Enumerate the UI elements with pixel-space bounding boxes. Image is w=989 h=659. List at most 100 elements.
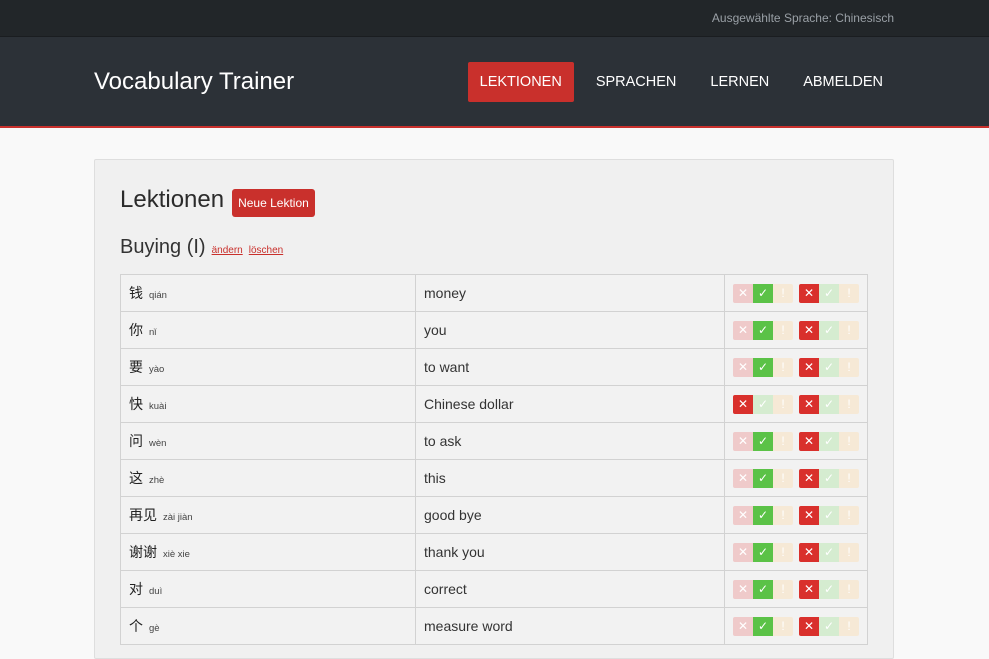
check-mark-icon[interactable]: ✓ — [753, 468, 773, 488]
check-mark-icon[interactable]: ✓ — [753, 357, 773, 377]
pinyin-text: gè — [149, 623, 160, 634]
term-cell: 对 duì — [120, 570, 416, 608]
check-mark-icon[interactable]: ✓ — [819, 357, 839, 377]
top-bar: Ausgewählte Sprache: Chinesisch — [0, 0, 989, 37]
nav-abmelden[interactable]: ABMELDEN — [791, 62, 895, 102]
check-mark-icon[interactable]: ✓ — [819, 616, 839, 636]
hanzi-text: 要 — [129, 359, 143, 375]
exclamation-icon[interactable]: ! — [773, 431, 793, 451]
status-cell: ✕ ✓! ✕ ✓! — [724, 607, 868, 645]
wrong-mark-icon[interactable]: ✕ — [733, 505, 753, 525]
exclamation-icon[interactable]: ! — [839, 505, 859, 525]
exclamation-icon[interactable]: ! — [773, 542, 793, 562]
wrong-mark-icon[interactable]: ✕ — [799, 394, 819, 414]
wrong-mark-icon[interactable]: ✕ — [733, 357, 753, 377]
check-mark-icon[interactable]: ✓ — [753, 320, 773, 340]
term-cell: 你 nǐ — [120, 311, 416, 349]
first-status-group: ✕ ✓! — [733, 542, 793, 562]
pinyin-text: xiè xie — [163, 549, 190, 560]
nav-lektionen[interactable]: LEKTIONEN — [467, 62, 574, 102]
check-mark-icon[interactable]: ✓ — [819, 394, 839, 414]
pinyin-text: wèn — [149, 438, 167, 449]
check-mark-icon[interactable]: ✓ — [753, 542, 773, 562]
term-cell: 谢谢 xiè xie — [120, 533, 416, 571]
second-status-group: ✕ ✓! — [799, 357, 859, 377]
status-cell: ✕ ✓! ✕ ✓! — [724, 496, 868, 534]
wrong-mark-icon[interactable]: ✕ — [733, 468, 753, 488]
new-lesson-button[interactable]: Neue Lektion — [232, 189, 315, 217]
exclamation-icon[interactable]: ! — [839, 468, 859, 488]
exclamation-icon[interactable]: ! — [839, 357, 859, 377]
wrong-mark-icon[interactable]: ✕ — [733, 579, 753, 599]
exclamation-icon[interactable]: ! — [773, 505, 793, 525]
wrong-mark-icon[interactable]: ✕ — [799, 320, 819, 340]
nav-sprachen[interactable]: SPRACHEN — [584, 62, 689, 102]
status-cell: ✕ ✓! ✕ ✓! — [724, 533, 868, 571]
exclamation-icon[interactable]: ! — [773, 579, 793, 599]
second-status-group: ✕ ✓! — [799, 431, 859, 451]
exclamation-icon[interactable]: ! — [773, 616, 793, 636]
table-row: 钱 qián money ✕ ✓! ✕ ✓! — [120, 274, 868, 312]
check-mark-icon[interactable]: ✓ — [753, 505, 773, 525]
edit-lesson-link[interactable]: ändern — [212, 245, 243, 256]
check-mark-icon[interactable]: ✓ — [753, 431, 773, 451]
exclamation-icon[interactable]: ! — [839, 431, 859, 451]
check-mark-icon[interactable]: ✓ — [819, 468, 839, 488]
pinyin-text: yào — [149, 364, 165, 375]
meaning-cell: measure word — [415, 607, 725, 645]
meaning-cell: this — [415, 459, 725, 497]
check-mark-icon[interactable]: ✓ — [753, 394, 773, 414]
check-mark-icon[interactable]: ✓ — [819, 320, 839, 340]
hanzi-text: 快 — [129, 396, 143, 412]
check-mark-icon[interactable]: ✓ — [819, 579, 839, 599]
exclamation-icon[interactable]: ! — [773, 283, 793, 303]
wrong-mark-icon[interactable]: ✕ — [733, 394, 753, 414]
check-mark-icon[interactable]: ✓ — [819, 283, 839, 303]
table-row: 问 wèn to ask ✕ ✓! ✕ ✓! — [120, 422, 868, 460]
check-mark-icon[interactable]: ✓ — [819, 542, 839, 562]
exclamation-icon[interactable]: ! — [773, 468, 793, 488]
delete-lesson-link[interactable]: löschen — [249, 245, 283, 256]
exclamation-icon[interactable]: ! — [839, 394, 859, 414]
check-mark-icon[interactable]: ✓ — [753, 616, 773, 636]
status-cell: ✕ ✓! ✕ ✓! — [724, 274, 868, 312]
wrong-mark-icon[interactable]: ✕ — [799, 505, 819, 525]
exclamation-icon[interactable]: ! — [773, 394, 793, 414]
wrong-mark-icon[interactable]: ✕ — [733, 320, 753, 340]
wrong-mark-icon[interactable]: ✕ — [733, 283, 753, 303]
exclamation-icon[interactable]: ! — [839, 320, 859, 340]
wrong-mark-icon[interactable]: ✕ — [733, 616, 753, 636]
check-mark-icon[interactable]: ✓ — [753, 579, 773, 599]
wrong-mark-icon[interactable]: ✕ — [799, 357, 819, 377]
nav-lernen[interactable]: LERNEN — [698, 62, 781, 102]
wrong-mark-icon[interactable]: ✕ — [733, 431, 753, 451]
hanzi-text: 这 — [129, 470, 143, 486]
term-cell: 问 wèn — [120, 422, 416, 460]
wrong-mark-icon[interactable]: ✕ — [799, 542, 819, 562]
pinyin-text: qián — [149, 290, 167, 301]
meaning-cell: good bye — [415, 496, 725, 534]
table-row: 个 gè measure word ✕ ✓! ✕ ✓! — [120, 607, 868, 645]
first-status-group: ✕ ✓! — [733, 283, 793, 303]
wrong-mark-icon[interactable]: ✕ — [799, 431, 819, 451]
wrong-mark-icon[interactable]: ✕ — [799, 468, 819, 488]
exclamation-icon[interactable]: ! — [839, 616, 859, 636]
check-mark-icon[interactable]: ✓ — [819, 431, 839, 451]
wrong-mark-icon[interactable]: ✕ — [799, 283, 819, 303]
second-status-group: ✕ ✓! — [799, 579, 859, 599]
check-mark-icon[interactable]: ✓ — [753, 283, 773, 303]
wrong-mark-icon[interactable]: ✕ — [799, 616, 819, 636]
exclamation-icon[interactable]: ! — [839, 283, 859, 303]
exclamation-icon[interactable]: ! — [773, 320, 793, 340]
first-status-group: ✕ ✓! — [733, 616, 793, 636]
pinyin-text: zài jiàn — [163, 512, 193, 523]
first-status-group: ✕ ✓! — [733, 468, 793, 488]
wrong-mark-icon[interactable]: ✕ — [799, 579, 819, 599]
first-status-group: ✕ ✓! — [733, 357, 793, 377]
brand-title[interactable]: Vocabulary Trainer — [94, 68, 294, 96]
exclamation-icon[interactable]: ! — [839, 579, 859, 599]
check-mark-icon[interactable]: ✓ — [819, 505, 839, 525]
exclamation-icon[interactable]: ! — [839, 542, 859, 562]
exclamation-icon[interactable]: ! — [773, 357, 793, 377]
wrong-mark-icon[interactable]: ✕ — [733, 542, 753, 562]
